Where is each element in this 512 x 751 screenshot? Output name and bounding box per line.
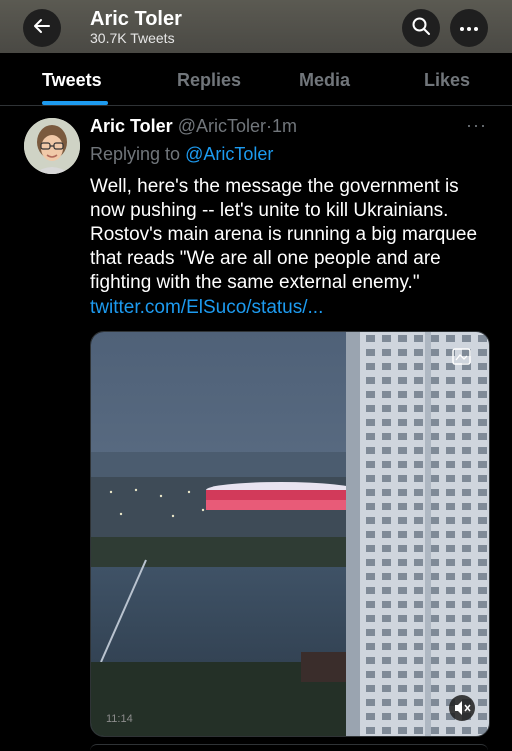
profile-header: Aric Toler 30.7K Tweets	[0, 0, 512, 53]
tweet-count: 30.7K Tweets	[90, 30, 175, 46]
author-handle[interactable]: @AricToler	[178, 116, 266, 136]
search-icon	[411, 16, 431, 41]
tab-replies[interactable]: Replies	[177, 70, 241, 91]
tweet-author: Aric Toler @AricToler·1m	[90, 116, 297, 137]
tab-likes[interactable]: Likes	[424, 70, 470, 91]
arrow-left-icon	[32, 16, 52, 41]
avatar[interactable]	[24, 118, 80, 174]
author-name[interactable]: Aric Toler	[90, 116, 173, 136]
tab-tweets[interactable]: Tweets	[42, 70, 102, 91]
search-button[interactable]	[402, 9, 440, 47]
more-horizontal-icon	[459, 19, 479, 37]
replying-prefix: Replying to	[90, 144, 181, 164]
profile-tabs: Tweets Replies Media Likes	[0, 53, 512, 106]
more-button[interactable]	[450, 9, 488, 47]
profile-name: Aric Toler	[90, 8, 182, 30]
tweet-link[interactable]: twitter.com/ElSuco/status/...	[90, 297, 323, 319]
tweet-video[interactable]	[90, 331, 490, 737]
replying-to: Replying to @AricToler	[90, 144, 273, 165]
volume-muted-icon[interactable]	[449, 695, 475, 721]
tweet-text: Well, here's the message the government …	[90, 176, 478, 293]
video-timestamp: 11:14	[106, 713, 133, 725]
tab-media[interactable]: Media	[299, 70, 350, 91]
active-tab-indicator	[42, 101, 108, 105]
tweet-more-icon[interactable]: ···	[466, 115, 487, 136]
replying-handle-link[interactable]: @AricToler	[185, 144, 273, 164]
tweet-time[interactable]: 1m	[272, 116, 297, 136]
back-button[interactable]	[23, 9, 61, 47]
